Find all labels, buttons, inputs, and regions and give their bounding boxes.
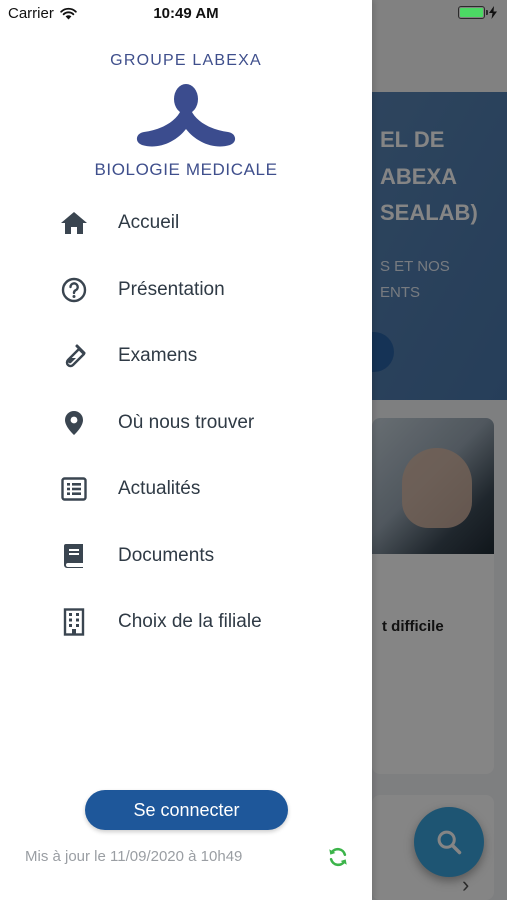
book-icon	[60, 542, 88, 570]
menu-item-label: Documents	[118, 545, 215, 566]
map-pin-icon	[60, 409, 88, 437]
question-circle-icon	[60, 276, 88, 304]
menu-item-choix-de-la-filiale[interactable]: Choix de la filiale	[0, 592, 372, 652]
charging-bolt-icon	[489, 6, 497, 19]
menu-item-presentation[interactable]: Présentation	[0, 260, 372, 320]
labexa-logo-icon	[136, 84, 236, 147]
list-icon	[60, 475, 88, 503]
menu-item-actualites[interactable]: Actualités	[0, 459, 372, 519]
menu-item-label: Présentation	[118, 279, 225, 300]
login-button[interactable]: Se connecter	[85, 790, 288, 830]
logo-top-text: GROUPE LABEXA	[110, 52, 262, 69]
menu-item-examens[interactable]: Examens	[0, 326, 372, 386]
menu-item-label: Actualités	[118, 478, 201, 499]
test-tube-icon	[60, 342, 88, 370]
menu-item-label: Choix de la filiale	[118, 611, 262, 632]
menu-item-documents[interactable]: Documents	[0, 526, 372, 586]
status-bar: Carrier 10:49 AM	[0, 0, 507, 28]
logo-bottom-text: BIOLOGIE MEDICALE	[94, 160, 278, 179]
home-icon	[60, 209, 88, 237]
status-time: 10:49 AM	[153, 5, 219, 22]
building-icon	[60, 608, 88, 636]
battery-icon	[458, 6, 488, 19]
navigation-drawer: GROUPE LABEXA BIOLOGIE MEDICALE Accueil …	[0, 0, 372, 900]
refresh-icon[interactable]	[327, 846, 349, 868]
menu-item-label: Accueil	[118, 212, 180, 233]
last-update-text: Mis à jour le 11/09/2020 à 10h49	[25, 848, 243, 865]
menu-item-accueil[interactable]: Accueil	[0, 193, 372, 253]
menu-item-label: Où nous trouver	[118, 412, 255, 433]
menu-item-label: Examens	[118, 345, 198, 366]
menu-item-ou-nous-trouver[interactable]: Où nous trouver	[0, 393, 372, 453]
